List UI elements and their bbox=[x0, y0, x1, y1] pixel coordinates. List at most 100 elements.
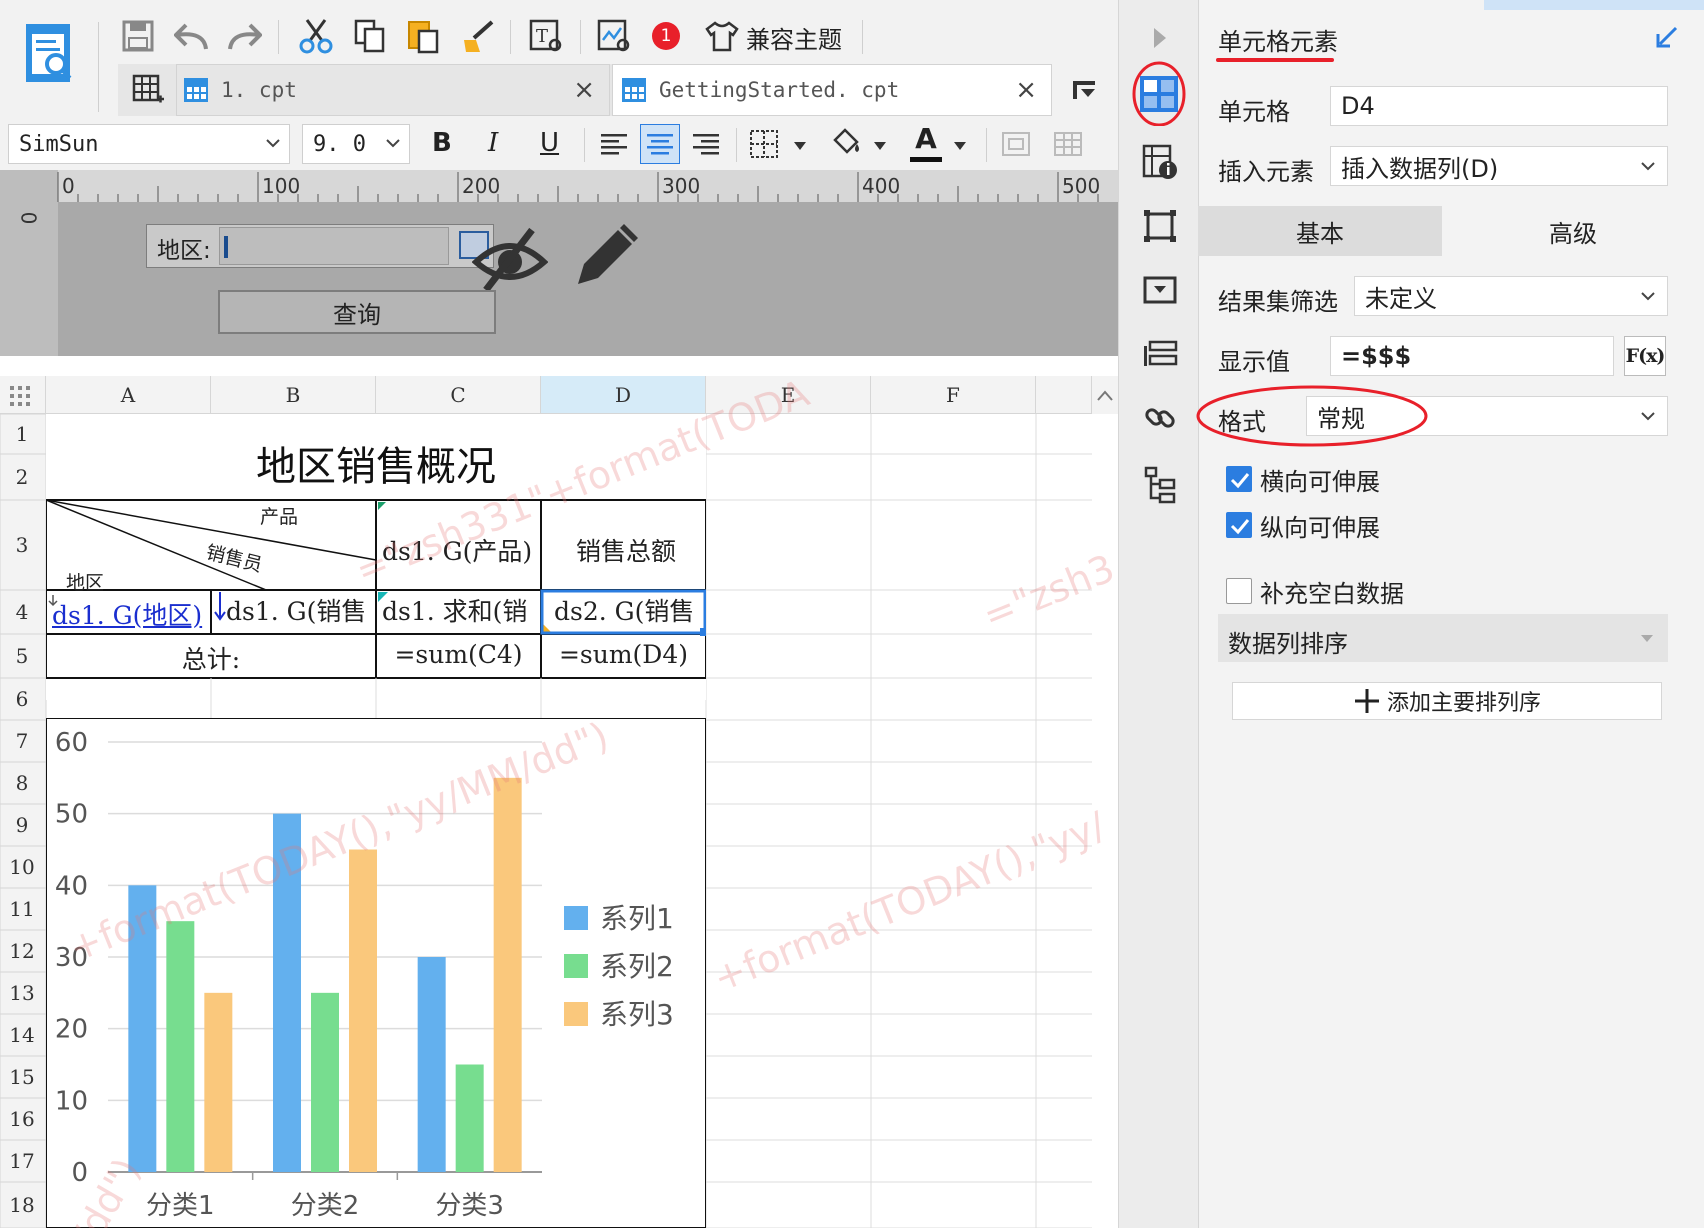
scroll-up-icon[interactable] bbox=[1092, 376, 1118, 414]
hyperlink-icon[interactable] bbox=[1142, 400, 1178, 436]
cell-a5[interactable]: 总计: bbox=[46, 640, 376, 676]
row-header-label: 6 bbox=[16, 687, 29, 711]
chart-bar[interactable] bbox=[349, 849, 377, 1173]
tab-1-cpt[interactable]: 1. cpt × bbox=[176, 64, 610, 116]
chart-bar[interactable] bbox=[311, 992, 339, 1172]
tab-advanced[interactable]: 高级 bbox=[1442, 206, 1704, 256]
column-header-b[interactable]: B bbox=[211, 376, 376, 414]
x-tick-label: 分类2 bbox=[291, 1191, 360, 1221]
cell-attribute-icon[interactable] bbox=[1142, 142, 1178, 182]
chart-preview-icon[interactable] bbox=[594, 16, 634, 56]
new-report-icon[interactable] bbox=[128, 70, 168, 110]
align-left-icon[interactable] bbox=[594, 124, 634, 164]
notification-badge[interactable]: 1 bbox=[652, 22, 680, 50]
cell-d5[interactable]: =sum(D4) bbox=[541, 640, 706, 669]
legend-label: 系列2 bbox=[600, 950, 674, 983]
chart-bar[interactable] bbox=[166, 921, 195, 1172]
insert-element-select[interactable]: 插入数据列(D) bbox=[1330, 146, 1668, 186]
panel-top-accent bbox=[1484, 0, 1704, 10]
bold-button[interactable]: B bbox=[432, 128, 452, 158]
merge-cell-icon[interactable] bbox=[996, 124, 1036, 164]
grid-corner[interactable] bbox=[0, 376, 46, 414]
edit-pencil-icon[interactable] bbox=[574, 224, 638, 290]
font-family-select[interactable]: SimSun bbox=[8, 124, 290, 164]
widget-border-icon[interactable] bbox=[1142, 208, 1178, 244]
row-header-label: 5 bbox=[16, 644, 29, 668]
tab-advanced-label: 高级 bbox=[1549, 219, 1597, 248]
font-color-button[interactable]: A bbox=[908, 122, 944, 162]
redo-icon[interactable] bbox=[224, 16, 264, 56]
add-sort-button[interactable]: 添加主要排列序 bbox=[1232, 682, 1662, 720]
chevron-down-icon[interactable] bbox=[792, 138, 808, 154]
underline-button[interactable]: U bbox=[540, 128, 559, 158]
column-header-f[interactable]: F bbox=[871, 376, 1036, 414]
filter-label: 结果集筛选 bbox=[1218, 288, 1338, 316]
hide-eye-icon[interactable] bbox=[471, 226, 549, 294]
column-header-a[interactable]: A bbox=[46, 376, 211, 414]
tree-structure-icon[interactable] bbox=[1142, 466, 1178, 504]
notification-count: 1 bbox=[660, 26, 672, 46]
preview-icon[interactable] bbox=[20, 20, 78, 110]
paste-icon[interactable] bbox=[404, 16, 444, 56]
column-header-d[interactable]: D bbox=[541, 376, 706, 414]
close-icon[interactable]: × bbox=[573, 75, 595, 105]
region-combo-input[interactable] bbox=[219, 227, 449, 265]
display-value-input[interactable]: =$$$ bbox=[1330, 336, 1614, 376]
vertical-expand-checkbox[interactable] bbox=[1226, 512, 1252, 538]
tab-basic[interactable]: 基本 bbox=[1198, 206, 1442, 256]
sort-section-header[interactable]: 数据列排序 bbox=[1218, 614, 1668, 662]
column-header-c[interactable]: C bbox=[376, 376, 541, 414]
align-center-icon[interactable] bbox=[640, 124, 680, 164]
theme-shirt-icon[interactable] bbox=[702, 16, 742, 56]
row-header-label: 13 bbox=[9, 981, 34, 1005]
legend-swatch[interactable] bbox=[564, 1002, 588, 1026]
text-box-icon[interactable]: T bbox=[526, 16, 566, 56]
cell-field[interactable]: D4 bbox=[1330, 86, 1668, 126]
chart-bar[interactable] bbox=[417, 957, 446, 1172]
cell-b4[interactable]: ds1. G(销售 bbox=[226, 592, 376, 628]
cell-c5[interactable]: =sum(C4) bbox=[376, 640, 541, 669]
italic-button[interactable]: I bbox=[488, 128, 498, 158]
cell-d3[interactable]: 销售总额 bbox=[546, 532, 706, 568]
chart-bar[interactable] bbox=[204, 992, 233, 1172]
fill-color-icon[interactable] bbox=[826, 124, 866, 164]
chevron-down-icon[interactable] bbox=[952, 138, 968, 154]
align-right-icon[interactable] bbox=[686, 124, 726, 164]
legend-swatch[interactable] bbox=[564, 906, 588, 930]
cell-a4[interactable]: ds1. G(地区) bbox=[52, 596, 210, 632]
horizontal-expand-checkbox[interactable] bbox=[1226, 466, 1252, 492]
y-tick-label: 0 bbox=[71, 1158, 88, 1188]
compat-theme-label[interactable]: 兼容主题 bbox=[746, 20, 842, 55]
legend-swatch[interactable] bbox=[564, 954, 588, 978]
unmerge-cell-icon[interactable] bbox=[1048, 124, 1088, 164]
tab-list-icon[interactable] bbox=[1064, 70, 1104, 110]
save-icon[interactable] bbox=[118, 16, 158, 56]
fill-blank-checkbox[interactable] bbox=[1226, 578, 1252, 604]
bar-chart[interactable]: 0102030405060分类1 分类2 分类3 系列1系列2系列3 bbox=[46, 718, 706, 1228]
cut-icon[interactable] bbox=[296, 16, 336, 56]
cell-element-tab-icon[interactable] bbox=[1132, 60, 1186, 127]
widget-dropdown-icon[interactable] bbox=[1142, 272, 1178, 308]
undo-icon[interactable] bbox=[172, 16, 212, 56]
close-icon[interactable]: × bbox=[1015, 75, 1037, 105]
collapse-arrow-icon[interactable] bbox=[1150, 26, 1170, 50]
cell-c4[interactable]: ds1. 求和(销 bbox=[382, 592, 542, 628]
cell-d4[interactable]: ds2. G(销售 bbox=[554, 592, 704, 628]
copy-icon[interactable] bbox=[350, 16, 390, 56]
border-icon[interactable] bbox=[746, 124, 786, 164]
format-brush-icon[interactable] bbox=[458, 16, 498, 56]
expand-arrow-icon[interactable] bbox=[1654, 24, 1680, 50]
chevron-down-icon[interactable] bbox=[872, 138, 888, 154]
tab-basic-label: 基本 bbox=[1296, 219, 1344, 248]
filter-select[interactable]: 未定义 bbox=[1354, 276, 1668, 316]
chevron-down-icon bbox=[1641, 162, 1655, 171]
query-button[interactable]: 查询 bbox=[218, 290, 496, 334]
font-size-select[interactable]: 9. 0 bbox=[302, 124, 410, 164]
chart-bar[interactable] bbox=[455, 1064, 484, 1173]
condition-attribute-icon[interactable] bbox=[1142, 336, 1178, 372]
x-tick-label: 分类1 bbox=[146, 1191, 215, 1221]
chart-bar[interactable] bbox=[493, 777, 522, 1172]
insert-element-value: 插入数据列(D) bbox=[1341, 154, 1499, 183]
formula-button[interactable]: F(x) bbox=[1624, 336, 1666, 376]
tab-gettingstarted-cpt[interactable]: GettingStarted. cpt × bbox=[612, 64, 1052, 116]
